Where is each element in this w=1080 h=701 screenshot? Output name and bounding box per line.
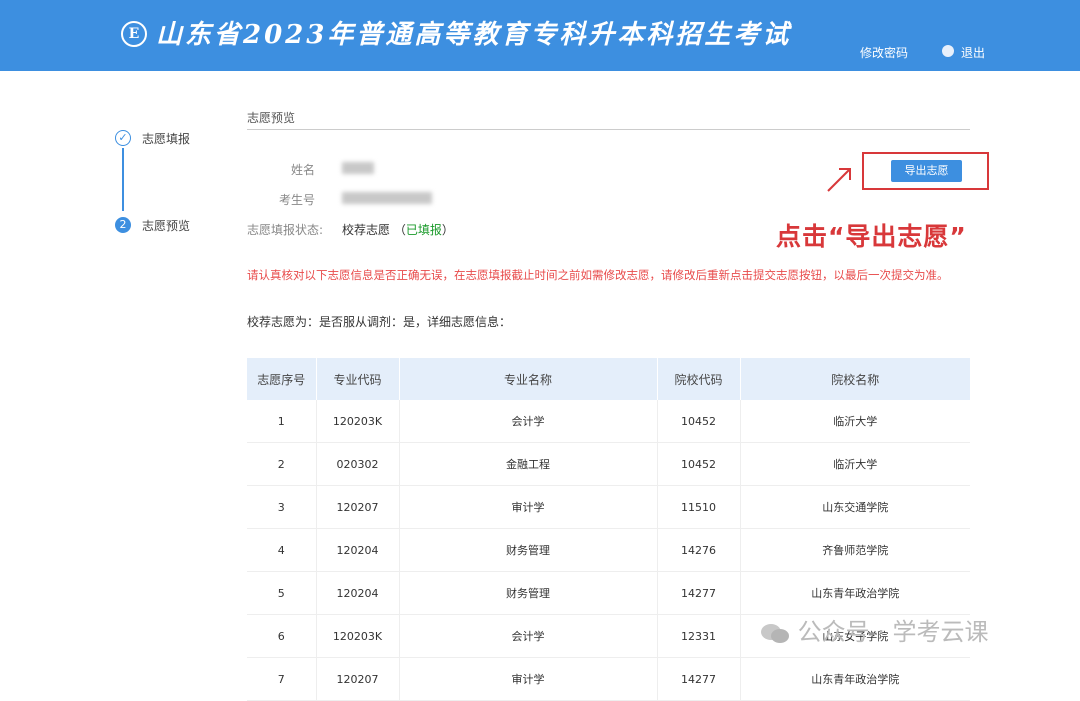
table-cell: 14276 — [657, 528, 741, 572]
table-cell: 会计学 — [399, 400, 658, 443]
table-row: 3 120207 审计学 11510 山东交通学院 — [247, 485, 970, 529]
step-label: 志愿填报 — [142, 132, 191, 146]
warning-text: 请认真核对以下志愿信息是否正确无误，在志愿填报截止时间之前如需修改志愿，请修改后… — [247, 268, 949, 282]
detail-text: 校荐志愿为：是否服从调剂：是，详细志愿信息： — [247, 315, 512, 329]
exam-no-label: 考生号 — [279, 193, 316, 207]
exam-logo: E — [121, 21, 147, 47]
table-cell: 会计学 — [399, 614, 658, 658]
table-cell: 2 — [247, 442, 317, 486]
table-cell: 10452 — [657, 400, 741, 443]
table-cell: 120207 — [316, 657, 400, 701]
user-icon — [942, 45, 954, 57]
step-label: 志愿预览 — [142, 219, 191, 233]
table-cell: 14277 — [657, 657, 741, 701]
table-cell: 5 — [247, 571, 317, 615]
table-row: 2 020302 金融工程 10452 临沂大学 — [247, 442, 970, 486]
arrow-icon — [827, 168, 851, 192]
table-row: 7 120207 审计学 14277 山东青年政治学院 — [247, 657, 970, 701]
table-cell: 6 — [247, 614, 317, 658]
col-header: 院校代码 — [657, 358, 741, 400]
check-icon: ✓ — [115, 130, 131, 146]
site-title: 山东省2023年普通高等教育专科升本科招生考试 — [156, 20, 792, 50]
name-label: 姓名 — [290, 163, 315, 177]
status-close-paren: ） — [441, 223, 454, 237]
table-row: 1 120203K 会计学 10452 临沂大学 — [247, 400, 970, 443]
section-title: 志愿预览 — [247, 111, 296, 125]
exam-no-value-redacted — [342, 192, 432, 204]
col-header: 专业代码 — [316, 358, 400, 400]
table-cell: 10452 — [657, 442, 741, 486]
step-connector — [122, 148, 124, 211]
logout-link[interactable]: 退出 — [961, 44, 985, 61]
top-header: E 山东省2023年普通高等教育专科升本科招生考试 修改密码 退出 — [0, 0, 1080, 71]
table-cell: 12331 — [657, 614, 741, 658]
table-cell: 7 — [247, 657, 317, 701]
step-number: 2 — [115, 217, 131, 233]
change-password-link[interactable]: 修改密码 — [860, 44, 908, 61]
volunteer-table: 志愿序号 专业代码 专业名称 院校代码 院校名称 1 120203K 会计学 1… — [247, 358, 970, 701]
status-value: 校荐志愿 （已填报） — [342, 221, 454, 238]
status-label: 志愿填报状态: — [247, 223, 324, 237]
table-cell: 山东青年政治学院 — [740, 657, 970, 701]
table-cell: 120204 — [316, 528, 400, 572]
table-cell: 金融工程 — [399, 442, 658, 486]
table-cell: 4 — [247, 528, 317, 572]
table-cell: 山东交通学院 — [740, 485, 970, 529]
export-button[interactable]: 导出志愿 — [891, 160, 962, 182]
section-divider — [247, 129, 970, 130]
wechat-icon — [761, 624, 789, 643]
table-cell: 财务管理 — [399, 528, 658, 572]
table-cell: 14277 — [657, 571, 741, 615]
table-cell: 11510 — [657, 485, 741, 529]
col-header: 专业名称 — [399, 358, 658, 400]
table-cell: 临沂大学 — [740, 442, 970, 486]
status-tag: 已填报 — [405, 223, 442, 237]
table-cell: 120204 — [316, 571, 400, 615]
watermark: 公众号 · 学考云课 — [760, 612, 989, 647]
annotation-text: 点击“导出志愿” — [776, 222, 967, 251]
status-text: 校荐志愿 — [342, 223, 391, 237]
table-cell: 审计学 — [399, 657, 658, 701]
table-header-row: 志愿序号 专业代码 专业名称 院校代码 院校名称 — [247, 358, 970, 400]
table-cell: 山东青年政治学院 — [740, 571, 970, 615]
col-header: 院校名称 — [740, 358, 970, 400]
table-row: 5 120204 财务管理 14277 山东青年政治学院 — [247, 571, 970, 615]
table-row: 4 120204 财务管理 14276 齐鲁师范学院 — [247, 528, 970, 572]
table-cell: 3 — [247, 485, 317, 529]
name-value-redacted — [342, 162, 374, 174]
table-cell: 临沂大学 — [740, 400, 970, 443]
table-cell: 120203K — [316, 400, 400, 443]
table-cell: 020302 — [316, 442, 400, 486]
table-cell: 1 — [247, 400, 317, 443]
watermark-text: 公众号 · 学考云课 — [797, 618, 989, 646]
table-cell: 齐鲁师范学院 — [740, 528, 970, 572]
table-cell: 审计学 — [399, 485, 658, 529]
table-cell: 120207 — [316, 485, 400, 529]
status-open-paren: （ — [393, 223, 406, 237]
table-cell: 120203K — [316, 614, 400, 658]
table-cell: 财务管理 — [399, 571, 658, 615]
col-header: 志愿序号 — [247, 358, 317, 400]
